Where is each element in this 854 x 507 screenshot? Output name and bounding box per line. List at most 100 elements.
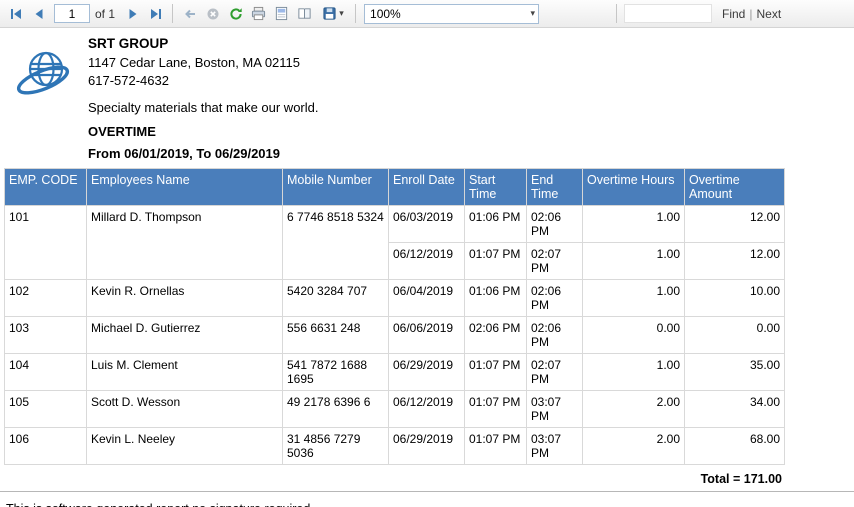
overtime-amount-cell: 0.00 [684,316,785,354]
page-setup-button[interactable] [293,3,316,25]
column-header: Start Time [464,168,527,206]
find-button[interactable]: Find [718,7,749,21]
company-phone: 617-572-4632 [88,73,169,88]
print-layout-button[interactable] [270,3,293,25]
prev-page-icon [35,8,42,19]
mobile-number-cell: 49 2178 6396 6 [282,390,389,428]
prev-page-button[interactable] [27,3,50,25]
table-row: 105 Scott D. Wesson 49 2178 6396 6 06/12/20… [4,390,785,428]
export-save-icon [323,7,336,20]
enroll-date-cell: 06/12/2019 [388,242,465,280]
end-time-cell: 03:07 PM [526,390,583,428]
export-button[interactable]: ▾ [316,3,350,25]
back-arrow-icon [184,9,195,18]
printer-icon [251,6,266,21]
overtime-amount-cell: 12.00 [684,205,785,243]
overtime-hours-cell: 0.00 [582,316,685,354]
emp-code-cell: 106 [4,427,87,465]
next-result-button[interactable]: Next [752,7,785,21]
end-time-cell: 02:06 PM [526,279,583,317]
start-time-cell: 01:06 PM [464,205,527,243]
toolbar-separator [355,4,357,23]
overtime-hours-cell: 1.00 [582,205,685,243]
total-amount: Total = 171.00 [700,472,782,486]
table-row: 103 Michael D. Gutierrez 556 6631 248 06/06… [4,316,785,354]
column-header: End Time [526,168,583,206]
toolbar-separator [616,4,618,23]
start-time-cell: 01:06 PM [464,279,527,317]
next-page-icon [129,8,137,19]
page-count-label: of 1 [95,6,116,21]
column-header: Mobile Number [282,168,389,206]
enroll-date-cell: 06/06/2019 [388,316,465,354]
last-page-icon [150,8,161,19]
emp-code-cell: 104 [4,353,87,391]
overtime-hours-cell: 1.00 [582,353,685,391]
print-layout-icon [275,6,288,21]
end-time-cell: 03:07 PM [526,427,583,465]
company-name: SRT GROUP [88,36,169,51]
enroll-date-cell: 06/29/2019 [388,353,465,391]
enroll-date-cell: 06/29/2019 [388,427,465,465]
end-time-cell: 02:07 PM [526,353,583,391]
end-time-cell: 02:06 PM [526,316,583,354]
next-page-button[interactable] [121,3,144,25]
mobile-number-cell: 556 6631 248 [282,316,389,354]
employee-name-cell: Michael D. Gutierrez [86,316,283,354]
zoom-value: 100% [370,6,401,21]
table-row: 101 Millard D. Thompson 6 7746 8518 5324 06… [4,205,785,280]
report-toolbar: of 1 ▾ 100% ▾ Find | Next [0,0,854,28]
last-page-button[interactable] [144,3,167,25]
viewer-bottom-edge [0,491,854,492]
start-time-cell: 01:07 PM [464,427,527,465]
emp-code-cell: 101 [4,205,87,280]
enroll-date-cell: 06/03/2019 [388,205,465,243]
employee-name-cell: Luis M. Clement [86,353,283,391]
toolbar-separator [172,4,174,23]
start-time-cell: 02:06 PM [464,316,527,354]
zoom-dropdown[interactable]: 100% ▾ [364,3,540,24]
first-page-button[interactable] [4,3,27,25]
report-page: SRT GROUP 1147 Cedar Lane, Boston, MA 02… [0,28,854,507]
column-header: EMP. CODE [4,168,87,206]
print-button[interactable] [247,3,270,25]
overtime-amount-cell: 35.00 [684,353,785,391]
back-button[interactable] [178,3,201,25]
emp-code-cell: 102 [4,279,87,317]
table-row: 104 Luis M. Clement 541 7872 1688 1695 06/2… [4,353,785,391]
start-time-cell: 01:07 PM [464,242,527,280]
overtime-amount-cell: 68.00 [684,427,785,465]
enroll-date-cell: 06/04/2019 [388,279,465,317]
enroll-date-cell: 06/12/2019 [388,390,465,428]
end-time-cell: 02:07 PM [526,242,583,280]
overtime-table: EMP. CODE Employees Name Mobile Number Enro… [4,168,785,465]
table-row: 102 Kevin R. Ornellas 5420 3284 707 06/04/2… [4,279,785,317]
page-setup-icon [298,8,311,19]
overtime-amount-cell: 34.00 [684,390,785,428]
find-input[interactable] [624,4,713,23]
table-row: 106 Kevin L. Neeley 31 4856 7279 5036 06/29… [4,427,785,465]
employee-name-cell: Scott D. Wesson [86,390,283,428]
page-number-input[interactable] [54,4,90,23]
refresh-button[interactable] [224,3,247,25]
column-header: Employees Name [86,168,283,206]
table-header-row: EMP. CODE Employees Name Mobile Number Enro… [4,168,785,206]
emp-code-cell: 103 [4,316,87,354]
start-time-cell: 01:07 PM [464,390,527,428]
column-header: Overtime Hours [582,168,685,206]
company-logo-globe-icon [16,51,70,95]
mobile-number-cell: 541 7872 1688 1695 [282,353,389,391]
mobile-number-cell: 31 4856 7279 5036 [282,427,389,465]
end-time-cell: 02:06 PM [526,205,583,243]
overtime-hours-cell: 1.00 [582,279,685,317]
stop-icon [207,8,219,19]
stop-button[interactable] [201,3,224,25]
overtime-amount-cell: 10.00 [684,279,785,317]
company-tagline: Specialty materials that make our world. [88,100,319,115]
export-dropdown-caret-icon: ▾ [339,8,344,18]
overtime-hours-cell: 2.00 [582,390,685,428]
emp-code-cell: 105 [4,390,87,428]
report-date-range: From 06/01/2019, To 06/29/2019 [88,146,280,161]
signature-note: This is software generated report no sig… [6,502,854,507]
report-title: OVERTIME [88,124,156,139]
